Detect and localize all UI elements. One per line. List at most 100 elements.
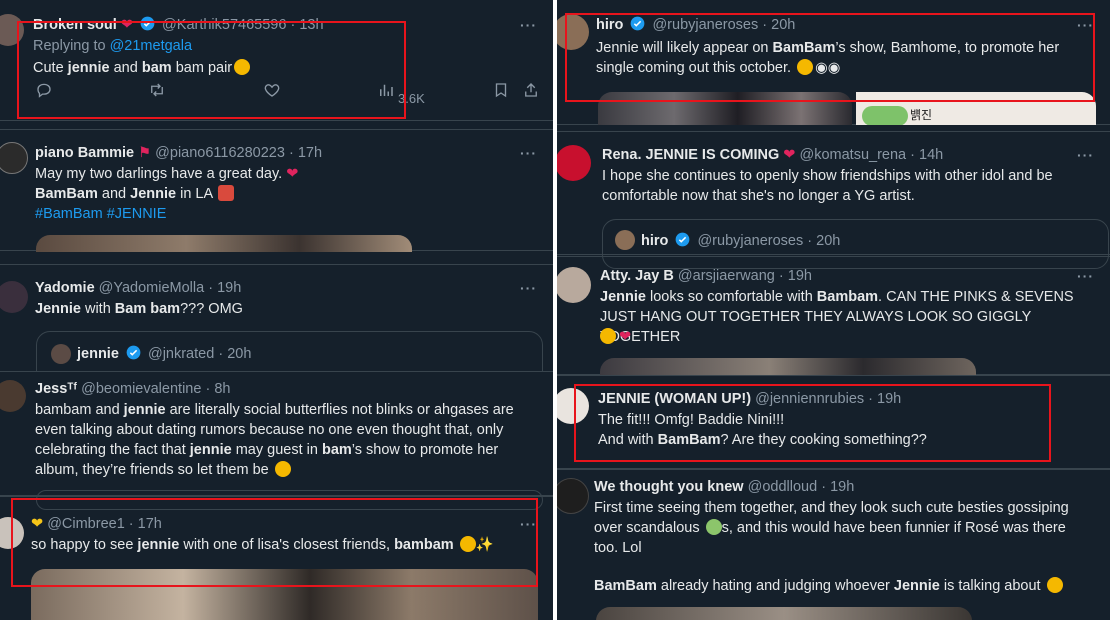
views-chart-icon[interactable] (377, 81, 395, 99)
text-part: with (84, 301, 111, 317)
tweet-time[interactable]: 19h (788, 268, 812, 284)
tweet-time[interactable]: 8h (214, 381, 230, 397)
tweet-cimbree[interactable]: ❤ @Cimbree1 · 17h ··· so happy to see je… (0, 496, 553, 620)
user-handle[interactable]: @YadomieMolla (99, 280, 205, 296)
avatar[interactable] (557, 145, 591, 181)
attached-image-2[interactable]: 뱱진 (856, 92, 1096, 125)
highlight-bambam: BamBam (657, 432, 721, 448)
more-options-button[interactable]: ··· (520, 517, 537, 531)
display-name[interactable]: Yadomie (35, 280, 95, 296)
text-part: is talking about (943, 578, 1041, 594)
tweet-time[interactable]: 19h (877, 391, 901, 407)
verified-badge-icon (126, 345, 141, 360)
user-handle[interactable]: @beomievalentine (81, 381, 201, 397)
text-part: May my two darlings have a great day. (35, 166, 283, 182)
user-handle[interactable]: @piano6116280223 (155, 145, 285, 161)
attached-image[interactable] (600, 358, 976, 376)
highlight-bambam: BamBam (594, 578, 657, 594)
display-name[interactable]: hiro (596, 17, 623, 33)
tweet-atty-jay-b[interactable]: Atty. Jay B @arsjiaerwang · 19h ··· Jenn… (557, 256, 1110, 376)
tweet-time[interactable]: 19h (217, 280, 241, 296)
share-icon[interactable] (522, 81, 540, 99)
avatar[interactable] (557, 388, 589, 424)
avatar[interactable] (0, 142, 28, 174)
avatar[interactable] (557, 267, 591, 303)
user-handle[interactable]: @Karthik57465596 (162, 17, 286, 33)
highlight-bam: bam (321, 442, 352, 458)
user-handle[interactable]: @rubyjaneroses (652, 17, 758, 33)
avatar[interactable] (0, 517, 24, 549)
display-name[interactable]: Rena. JENNIE IS COMING (602, 147, 779, 163)
quoted-avatar (615, 230, 635, 250)
separator-dot: · (128, 516, 134, 532)
tweet-we-thought-you-knew[interactable]: We thought you knew @oddlloud · 19h Firs… (557, 469, 1110, 620)
red-heart-emoji-icon: ❤ (783, 147, 796, 163)
avatar[interactable] (557, 14, 589, 50)
avatar[interactable] (0, 281, 28, 313)
text-part: album, they’re friends so let them be (35, 462, 269, 478)
tea-emoji-icon (705, 519, 722, 535)
tweet-text-line: album, they’re friends so let them be (35, 460, 291, 480)
tweet-rena[interactable]: Rena. JENNIE IS COMING ❤ @komatsu_rena ·… (557, 131, 1110, 269)
retweet-icon[interactable] (148, 81, 166, 99)
more-options-button[interactable]: ··· (520, 18, 537, 32)
korean-caption: 뱱진 (910, 108, 933, 122)
attached-image[interactable] (596, 607, 972, 620)
crying-laughing-emoji-icon (1046, 577, 1063, 593)
tweet-time[interactable]: 14h (919, 147, 943, 163)
attached-image[interactable] (31, 569, 538, 620)
quoted-display-name: jennie (77, 346, 119, 362)
sushi-emoji-icon (218, 185, 235, 201)
tweet-hiro[interactable]: hiro @rubyjaneroses · 20h ··· Jennie wil… (557, 0, 1110, 125)
quoted-avatar (51, 344, 71, 364)
display-name[interactable]: Jessᵀᶠ (35, 381, 77, 397)
tweet-yadomie[interactable]: Yadomie @YadomieMolla · 19h ··· Jennie w… (0, 264, 553, 391)
more-options-button[interactable]: ··· (1077, 269, 1094, 283)
tweet-piano-bammie[interactable]: piano Bammie ⚑ @piano6116280223 · 17h ··… (0, 129, 553, 252)
more-options-button[interactable]: ··· (1077, 18, 1094, 32)
avatar[interactable] (0, 14, 24, 46)
tweet-time[interactable]: 13h (299, 17, 323, 33)
like-heart-icon[interactable] (263, 81, 281, 99)
user-handle[interactable]: @Cimbree1 (47, 516, 125, 532)
tweet-time[interactable]: 17h (298, 145, 322, 161)
display-name[interactable]: Atty. Jay B (600, 268, 674, 284)
user-handle[interactable]: @komatsu_rena (799, 147, 906, 163)
reply-icon[interactable] (35, 81, 53, 99)
text-part: in LA (180, 186, 213, 202)
attached-image[interactable] (36, 235, 412, 252)
attached-image[interactable] (598, 92, 852, 125)
hashtag-link[interactable]: #JENNIE (107, 206, 167, 222)
hashtag-link[interactable]: #BamBam (35, 206, 103, 222)
tweet-jess[interactable]: Jessᵀᶠ @beomievalentine · 8h bambam and … (0, 372, 553, 510)
bookmark-icon[interactable] (492, 81, 510, 99)
tweet-time[interactable]: 19h (830, 479, 854, 495)
display-name[interactable]: Broken soul (33, 17, 117, 33)
text-part: already hating and judging whoever (660, 578, 890, 594)
tweet-text-line: BamBam already hating and judging whoeve… (594, 576, 1063, 596)
text-part: ’s show, Bamhome, to promote her (835, 40, 1060, 56)
user-handle[interactable]: @arsjiaerwang (678, 268, 775, 284)
more-options-button[interactable]: ··· (520, 146, 537, 160)
tweet-text-line: Jennie looks so comfortable with Bambam.… (600, 287, 1074, 307)
replying-to-link[interactable]: @21metgala (110, 38, 192, 54)
tweet-broken-soul[interactable]: Broken soul ❤ @Karthik57465596 · 13h ···… (0, 0, 553, 121)
user-handle[interactable]: @jenniennrubies (755, 391, 864, 407)
text-part: ??? OMG (180, 301, 243, 317)
text-part: may guest in (235, 442, 318, 458)
avatar[interactable] (0, 380, 26, 412)
quoted-time: 20h (227, 346, 252, 362)
user-handle[interactable]: @oddlloud (748, 479, 818, 495)
tweet-text-line: single coming out this october. ◉◉ (596, 58, 840, 78)
more-options-button[interactable]: ··· (1077, 148, 1094, 162)
display-name[interactable]: piano Bammie (35, 145, 134, 161)
highlight-bambam: BamBam (35, 186, 98, 202)
tweet-time[interactable]: 20h (771, 17, 795, 33)
tweet-time[interactable]: 17h (138, 516, 162, 532)
display-name[interactable]: We thought you knew (594, 479, 744, 495)
display-name[interactable]: JENNIE (WOMAN UP!) (598, 391, 751, 407)
tweet-jennie-woman-up[interactable]: JENNIE (WOMAN UP!) @jenniennrubies · 19h… (557, 375, 1110, 469)
laughing-emoji-icon (600, 328, 616, 344)
avatar[interactable] (557, 478, 589, 514)
more-options-button[interactable]: ··· (520, 281, 537, 295)
